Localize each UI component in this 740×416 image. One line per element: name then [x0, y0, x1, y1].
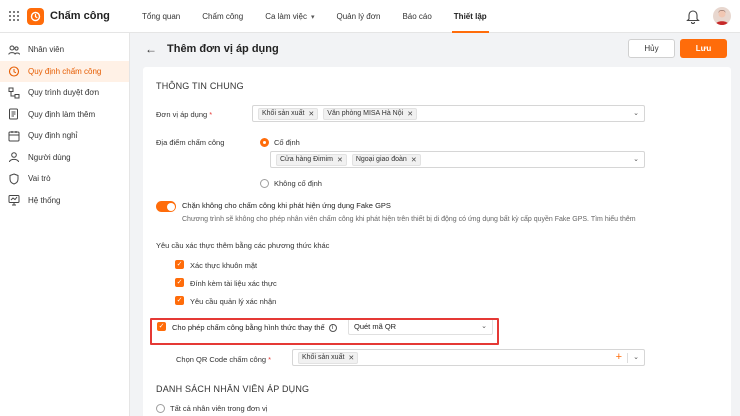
not-fixed-radio[interactable]	[260, 179, 269, 188]
required-mark: *	[209, 110, 213, 119]
page-header: ← Thêm đơn vị áp dụng Hủy Lưu	[131, 33, 740, 65]
sidebar-item-overtime[interactable]: Quy định làm thêm	[0, 104, 129, 126]
nav-reports[interactable]: Báo cáo	[391, 0, 442, 33]
location-tag: Cửa hàng Đimim ✕	[276, 153, 347, 166]
tag-label: Cửa hàng Đimim	[280, 156, 333, 163]
tag-label: Văn phòng MISA Hà Nội	[327, 110, 404, 117]
fake-gps-toggle[interactable]	[156, 201, 176, 212]
calendar-icon	[8, 130, 20, 142]
cancel-button[interactable]: Hủy	[628, 39, 675, 58]
attach-doc-label: Đính kèm tài liệu xác thực	[190, 279, 277, 288]
remove-tag-icon[interactable]: ✕	[308, 110, 314, 118]
location-tag: Ngoại giao đoàn ✕	[351, 153, 421, 166]
chevron-down-icon: ▾	[310, 13, 315, 21]
nav-settings[interactable]: Thiết lập	[443, 0, 498, 33]
sidebar-item-leave-rules[interactable]: Quy định nghỉ	[0, 125, 129, 147]
all-employees-label: Tất cả nhân viên trong đơn vị	[170, 404, 268, 413]
qr-label-text: Chọn QR Code chấm công	[176, 355, 267, 364]
sidebar-item-users[interactable]: Người dùng	[0, 147, 129, 169]
sidebar-item-approval-flow[interactable]: Quy trình duyệt đơn	[0, 82, 129, 104]
sidebar-item-label: Hệ thống	[28, 195, 61, 205]
extra-verify-label: Yêu cầu xác thực thêm bằng các phương th…	[156, 241, 330, 250]
app-title: Chấm công	[50, 10, 110, 22]
remove-tag-icon[interactable]: ✕	[411, 156, 417, 164]
nav-requests[interactable]: Quản lý đơn	[326, 0, 392, 33]
attach-doc-checkbox[interactable]: ✓	[175, 278, 184, 287]
location-select[interactable]: Cửa hàng Đimim ✕ Ngoại giao đoàn ✕ ⌄	[270, 151, 645, 168]
main-content: ← Thêm đơn vị áp dụng Hủy Lưu THÔNG TIN …	[131, 33, 740, 416]
unit-tag: Khối sản xuất ✕	[258, 107, 319, 120]
app-logo-icon	[27, 7, 44, 25]
bell-icon[interactable]	[686, 8, 700, 24]
fixed-radio-label: Cố định	[274, 138, 300, 147]
shield-icon	[8, 173, 20, 185]
unit-label: Đơn vị áp dụng *	[156, 110, 212, 119]
nav-shifts-label: Ca làm việc	[265, 12, 307, 21]
sidebar-item-label: Quy định nghỉ	[28, 131, 78, 141]
tag-label: Khối sản xuất	[262, 110, 305, 117]
manager-confirm-checkbox[interactable]: ✓	[175, 296, 184, 305]
form-card: THÔNG TIN CHUNG Đơn vị áp dụng * Khối sả…	[143, 67, 731, 416]
unit-select[interactable]: Khối sản xuất ✕ Văn phòng MISA Hà Nội ✕ ⌄	[252, 105, 645, 122]
system-icon	[8, 194, 20, 206]
general-section-title: THÔNG TIN CHUNG	[156, 81, 244, 91]
sidebar-item-timekeeping-rules[interactable]: Quy định chấm công	[0, 60, 129, 82]
back-arrow-icon[interactable]: ←	[145, 42, 157, 56]
required-mark: *	[268, 355, 272, 364]
avatar[interactable]	[713, 7, 731, 25]
sidebar: Nhân viên Quy định chấm công Quy trình d…	[0, 33, 130, 416]
sidebar-item-roles[interactable]: Vai trò	[0, 168, 129, 190]
all-employees-radio[interactable]	[156, 404, 165, 413]
chevron-down-icon[interactable]: ⌄	[633, 109, 639, 117]
page-title: Thêm đơn vị áp dụng	[167, 43, 279, 55]
sidebar-item-label: Quy định chấm công	[28, 66, 102, 76]
tag-label: Ngoại giao đoàn	[355, 156, 407, 163]
chevron-down-icon[interactable]: ⌄	[633, 155, 639, 163]
remove-tag-icon[interactable]: ✕	[337, 156, 343, 164]
user-icon	[8, 151, 20, 163]
not-fixed-radio-label: Không cố định	[274, 179, 322, 188]
sidebar-item-label: Vai trò	[28, 174, 51, 184]
manager-confirm-label: Yêu cầu quản lý xác nhận	[190, 297, 277, 306]
qr-label: Chọn QR Code chấm công *	[176, 355, 271, 364]
sidebar-item-label: Nhân viên	[28, 45, 65, 55]
workflow-icon	[8, 87, 20, 99]
qr-tag: Khối sản xuất ✕	[298, 351, 359, 364]
face-verify-label: Xác thực khuôn mặt	[190, 261, 258, 270]
nav-timekeeping[interactable]: Chấm công	[191, 0, 254, 33]
sidebar-item-label: Quy định làm thêm	[28, 109, 96, 119]
clock-icon	[8, 65, 20, 77]
employees-section-title: DANH SÁCH NHÂN VIÊN ÁP DỤNG	[156, 384, 310, 394]
chevron-down-icon[interactable]: ⌄	[633, 353, 639, 361]
tag-label: Khối sản xuất	[302, 354, 345, 361]
overtime-icon	[8, 108, 20, 120]
app-launcher-icon[interactable]	[9, 11, 19, 21]
sidebar-item-label: Người dùng	[28, 152, 71, 162]
fake-gps-title: Chặn không cho chấm công khi phát hiện ứ…	[182, 201, 391, 210]
divider	[627, 353, 628, 363]
face-verify-checkbox[interactable]: ✓	[175, 260, 184, 269]
nav-shifts[interactable]: Ca làm việc ▾	[254, 0, 325, 33]
fixed-radio[interactable]	[260, 138, 269, 147]
nav-overview[interactable]: Tổng quan	[131, 0, 191, 33]
unit-label-text: Đơn vị áp dụng	[156, 110, 208, 119]
fake-gps-description: Chương trình sẽ không cho phép nhân viên…	[182, 216, 636, 223]
sidebar-item-employees[interactable]: Nhân viên	[0, 39, 129, 61]
unit-tag: Văn phòng MISA Hà Nội ✕	[323, 107, 418, 120]
remove-tag-icon[interactable]: ✕	[407, 110, 413, 118]
save-button[interactable]: Lưu	[680, 39, 727, 58]
remove-tag-icon[interactable]: ✕	[348, 354, 354, 362]
main-nav: Tổng quan Chấm công Ca làm việc ▾ Quản lý…	[131, 0, 498, 33]
sidebar-item-system[interactable]: Hệ thống	[0, 190, 129, 212]
highlight-box	[150, 318, 499, 345]
location-label: Địa điểm chấm công	[156, 138, 225, 147]
add-qr-icon[interactable]: +	[616, 351, 622, 363]
sidebar-item-label: Quy trình duyệt đơn	[28, 88, 100, 98]
users-icon	[8, 44, 20, 56]
qr-select[interactable]: Khối sản xuất ✕ + ⌄	[292, 349, 645, 366]
